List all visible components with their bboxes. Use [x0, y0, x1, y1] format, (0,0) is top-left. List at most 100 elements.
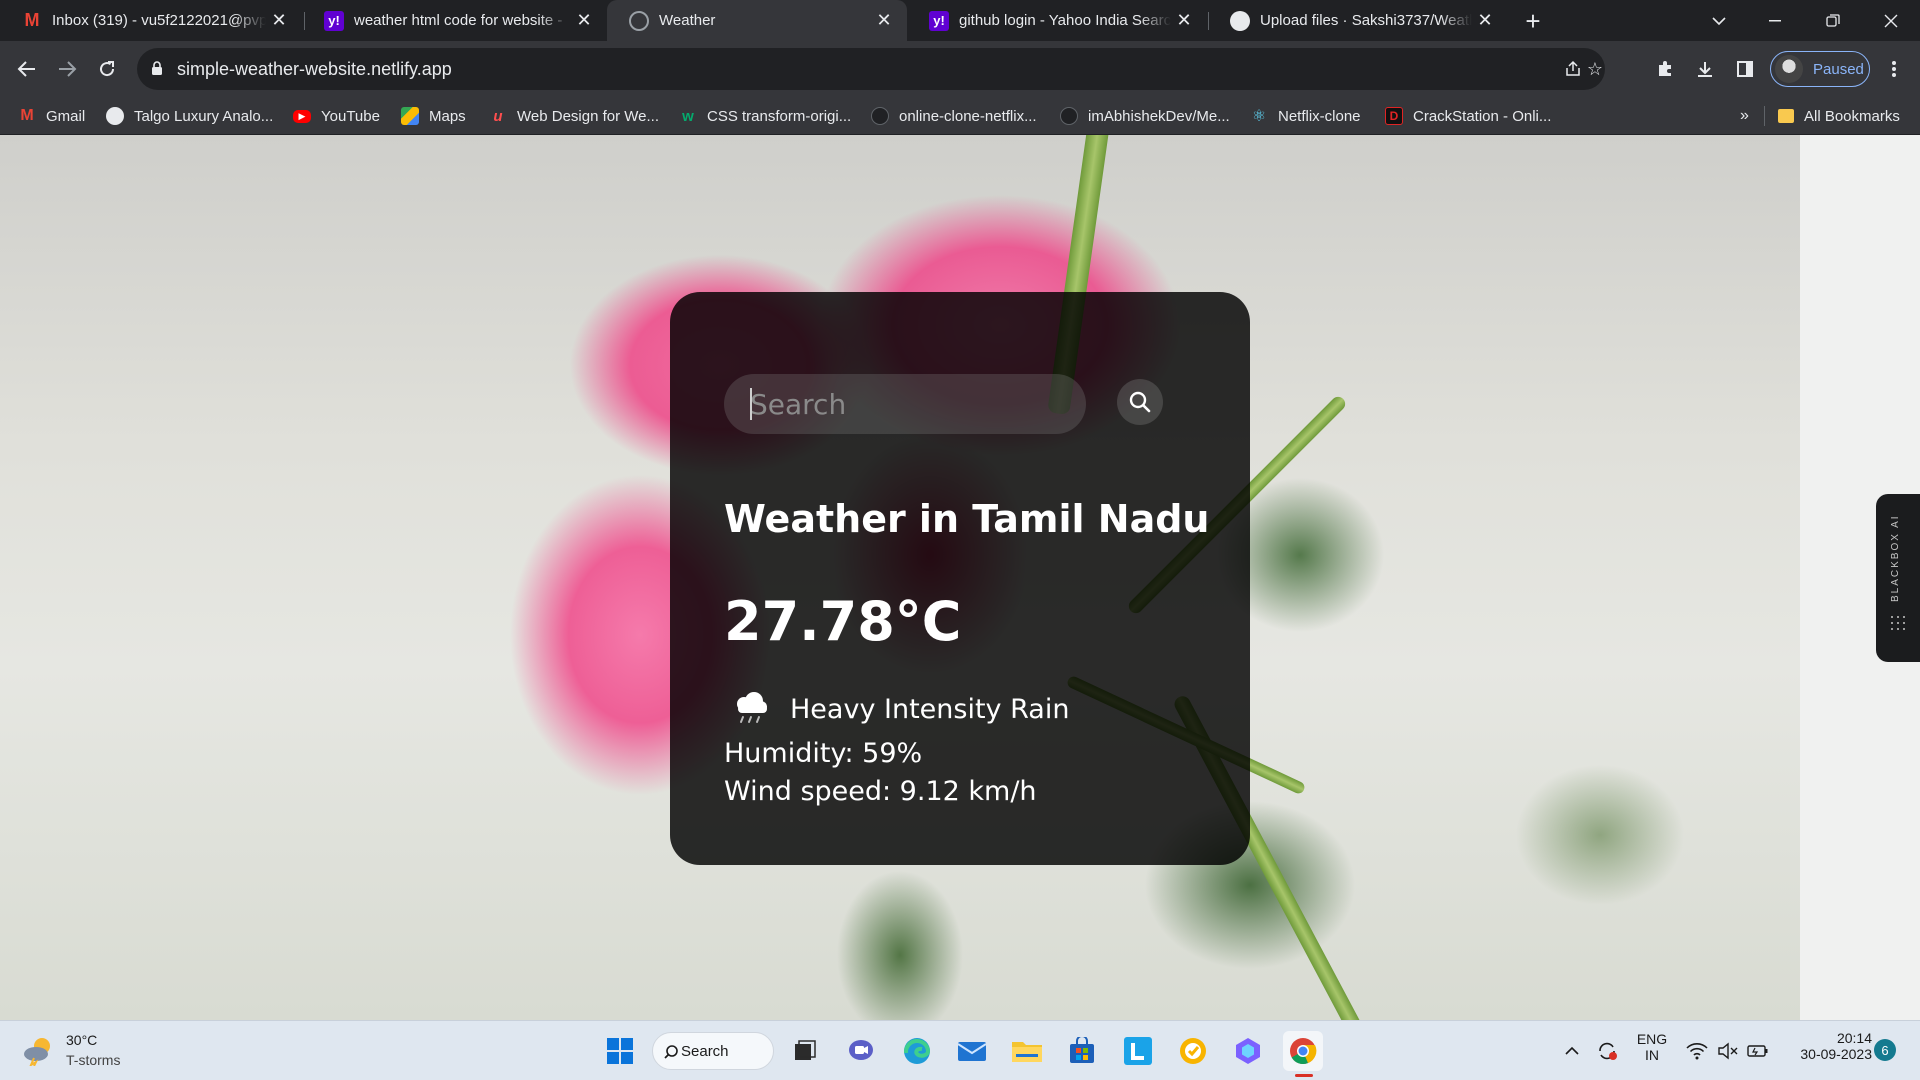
- tab-title: Weather: [659, 12, 716, 29]
- language-indicator[interactable]: ENG IN: [1630, 1031, 1674, 1063]
- search-button[interactable]: [1117, 379, 1163, 425]
- avatar: [1775, 55, 1803, 83]
- tab-gmail[interactable]: M Inbox (319) - vu5f2122021@pvp ✕: [0, 0, 302, 41]
- menu-kebab-icon[interactable]: [1876, 51, 1912, 87]
- gmail-icon: M: [20, 107, 34, 124]
- blackbox-label: BLACKBOX AI: [1890, 514, 1901, 602]
- bookmark-netflix-clone[interactable]: ⚛ Netflix-clone: [1250, 97, 1361, 135]
- extensions-icon[interactable]: [1647, 51, 1683, 87]
- lock-icon: [152, 61, 162, 75]
- copilot-icon[interactable]: [1228, 1031, 1268, 1071]
- profile-button[interactable]: Paused: [1770, 51, 1870, 87]
- tab-weather-html[interactable]: y! weather html code for website - ✕: [302, 0, 607, 41]
- city-title: Weather in Tamil Nadu: [724, 497, 1210, 541]
- microsoft-store-icon[interactable]: [1062, 1031, 1102, 1071]
- file-explorer-icon[interactable]: [1007, 1031, 1047, 1071]
- bookmark-youtube[interactable]: ▶ YouTube: [293, 97, 380, 135]
- storm-icon: [24, 1038, 50, 1066]
- minimize-button[interactable]: [1752, 0, 1798, 41]
- github-icon: [1230, 10, 1250, 31]
- windows-taskbar: 30°C T-storms Search ENG IN 20:14 30-09-…: [0, 1020, 1920, 1080]
- side-panel-icon[interactable]: [1727, 51, 1763, 87]
- back-button[interactable]: [9, 51, 45, 87]
- bookmark-label: Netflix-clone: [1278, 107, 1361, 125]
- weather-condition: Heavy Intensity Rain: [790, 694, 1070, 725]
- l-app-icon[interactable]: [1118, 1031, 1158, 1071]
- page-background: Weather in Tamil Nadu 27.78°C Heavy Inte…: [0, 135, 1800, 1020]
- blackbox-logo-icon: [1891, 616, 1905, 630]
- bookmark-label: CrackStation - Onli...: [1413, 107, 1552, 125]
- browser-toolbar: simple-weather-website.netlify.app ☆ Pau…: [0, 41, 1920, 97]
- temperature: 27.78°C: [724, 590, 962, 653]
- close-icon[interactable]: ✕: [1472, 8, 1498, 34]
- globe-icon: [629, 10, 649, 31]
- teams-chat-icon[interactable]: [841, 1031, 881, 1071]
- edge-icon[interactable]: [897, 1031, 937, 1071]
- close-icon[interactable]: ✕: [871, 8, 897, 34]
- bookmark-talgo[interactable]: Talgo Luxury Analo...: [106, 97, 273, 135]
- youtube-icon: ▶: [293, 109, 311, 123]
- clock[interactable]: 20:14 30-09-2023: [1782, 1030, 1872, 1062]
- github-icon: [1060, 107, 1078, 125]
- task-view-icon[interactable]: [785, 1031, 825, 1071]
- sync-icon[interactable]: [1592, 1031, 1622, 1071]
- tab-upload-files[interactable]: Upload files · Sakshi3737/Weath ✕: [1208, 0, 1508, 41]
- search-input[interactable]: [724, 374, 1086, 434]
- tab-title: Upload files · Sakshi3737/Weath: [1260, 12, 1472, 29]
- bookmark-web-design[interactable]: u Web Design for We...: [489, 97, 659, 135]
- humidity: Humidity: 59%: [724, 738, 923, 769]
- close-icon[interactable]: ✕: [571, 8, 597, 34]
- wifi-icon[interactable]: [1682, 1031, 1712, 1071]
- volume-muted-icon[interactable]: [1714, 1031, 1742, 1071]
- bookmark-crackstation[interactable]: D CrackStation - Onli...: [1385, 97, 1551, 135]
- bookmark-label: Maps: [429, 107, 466, 125]
- bookmark-maps[interactable]: Maps: [401, 97, 466, 135]
- mail-icon[interactable]: [952, 1031, 992, 1071]
- profile-status: Paused: [1813, 60, 1864, 78]
- back-arrow-icon: [17, 61, 35, 77]
- taskbar-search[interactable]: Search: [652, 1032, 774, 1070]
- tab-title: Inbox (319) - vu5f2122021@pvp: [52, 12, 266, 29]
- all-bookmarks-folder[interactable]: All Bookmarks: [1778, 97, 1900, 135]
- tab-github-login[interactable]: y! github login - Yahoo India Searc ✕: [907, 0, 1207, 41]
- w3schools-icon: w: [682, 107, 694, 125]
- windows-icon: [607, 1038, 633, 1064]
- download-icon[interactable]: [1687, 51, 1723, 87]
- bookmark-gmail[interactable]: M Gmail: [18, 97, 85, 135]
- tab-strip: M Inbox (319) - vu5f2122021@pvp ✕ y! wea…: [0, 0, 1920, 41]
- bookmark-css-transform[interactable]: w CSS transform-origi...: [679, 97, 851, 135]
- bookmarks-bar: M Gmail Talgo Luxury Analo... ▶ YouTube …: [0, 97, 1920, 135]
- gmail-icon: M: [24, 10, 40, 30]
- tab-title: github login - Yahoo India Searc: [959, 12, 1171, 29]
- reload-button[interactable]: [89, 51, 125, 87]
- tray-chevron-icon[interactable]: [1560, 1031, 1584, 1071]
- tab-search-chevron-icon[interactable]: [1696, 0, 1742, 41]
- chrome-icon[interactable]: [1283, 1031, 1323, 1077]
- new-tab-button[interactable]: +: [1518, 6, 1548, 36]
- norton-icon[interactable]: [1173, 1031, 1213, 1071]
- search-icon: [664, 1045, 678, 1059]
- forward-button[interactable]: [49, 51, 85, 87]
- clock-time: 20:14: [1836, 1030, 1872, 1046]
- more-bookmarks-button[interactable]: »: [1740, 97, 1749, 135]
- text-caret: [750, 388, 752, 420]
- weather-widget[interactable]: 30°C T-storms: [20, 1030, 180, 1074]
- share-icon[interactable]: [1561, 57, 1585, 81]
- address-bar[interactable]: simple-weather-website.netlify.app ☆: [137, 48, 1605, 90]
- start-button[interactable]: [600, 1031, 640, 1071]
- url-text: simple-weather-website.netlify.app: [177, 59, 452, 79]
- notification-badge[interactable]: 6: [1874, 1039, 1896, 1061]
- restore-button[interactable]: [1810, 0, 1856, 41]
- maps-icon: [401, 107, 419, 125]
- close-icon[interactable]: ✕: [266, 8, 292, 34]
- search-icon: [1129, 391, 1151, 413]
- tab-weather[interactable]: Weather ✕: [607, 0, 907, 41]
- close-icon[interactable]: ✕: [1171, 8, 1197, 34]
- bookmark-star-icon[interactable]: ☆: [1583, 57, 1607, 81]
- taskbar-search-label: Search: [681, 1042, 729, 1060]
- close-window-button[interactable]: [1868, 0, 1914, 41]
- blackbox-extension-tab[interactable]: BLACKBOX AI: [1876, 494, 1920, 662]
- bookmark-imabhishekdev[interactable]: imAbhishekDev/Me...: [1060, 97, 1230, 135]
- battery-icon[interactable]: [1744, 1031, 1772, 1071]
- bookmark-online-clone[interactable]: online-clone-netflix...: [871, 97, 1037, 135]
